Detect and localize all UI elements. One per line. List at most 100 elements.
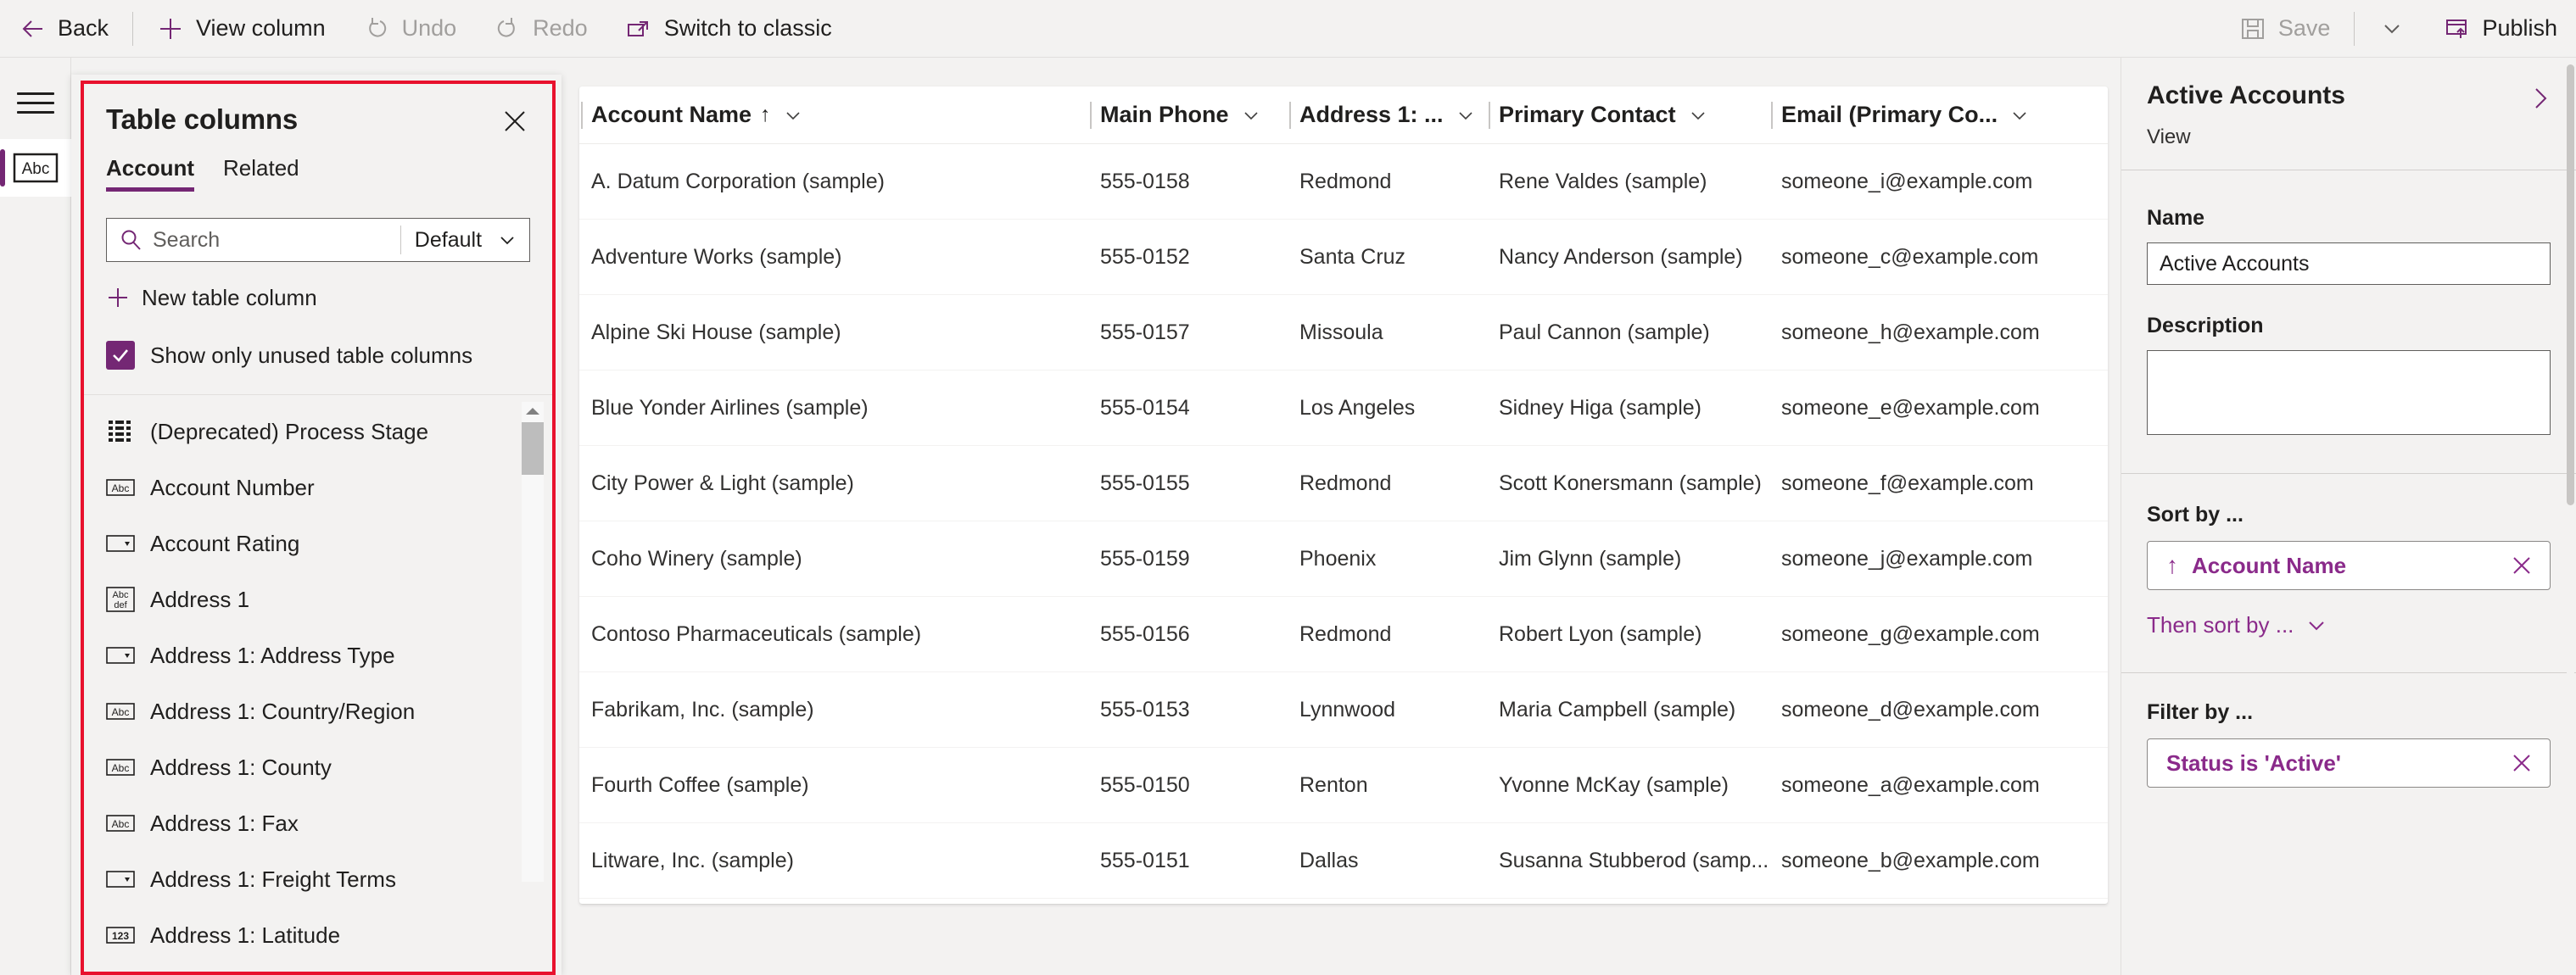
arrow-left-icon	[19, 15, 46, 42]
grid-cell-email: someone_f@example.com	[1781, 471, 2034, 495]
redo-button[interactable]: Redo	[475, 0, 606, 58]
properties-scrollbar-thumb[interactable]	[2567, 64, 2574, 505]
table-column-item[interactable]: (Deprecated) Process Stage	[84, 404, 518, 460]
scrollbar-thumb[interactable]	[522, 422, 544, 475]
table-column-label: Address 1	[150, 586, 250, 612]
switch-to-classic-button[interactable]: Switch to classic	[606, 0, 851, 58]
grid-cell-email: someone_d@example.com	[1781, 697, 2040, 722]
grid-row[interactable]: Alpine Ski House (sample) 555-0157 Missoul…	[579, 295, 2108, 370]
filter-by-label: Filter by ...	[2147, 700, 2254, 724]
table-column-item[interactable]: Abc def Address 1	[84, 571, 518, 627]
grid-header-email[interactable]: Email (Primary Co...	[1769, 86, 2108, 143]
filter-by-group: Filter by ... Status is 'Active'	[2121, 673, 2576, 788]
back-label: Back	[58, 15, 109, 41]
view-column-button[interactable]: View column	[138, 0, 344, 58]
grid-header-row: Account Name ↑ Main Phone Address 1: ... Pri…	[579, 86, 2108, 144]
search-icon	[119, 228, 142, 252]
chevron-down-icon[interactable]	[1688, 105, 1708, 125]
remove-filter-icon[interactable]	[2509, 750, 2534, 776]
grid-row[interactable]: A. Datum Corporation (sample) 555-0158 Red…	[579, 144, 2108, 220]
close-icon[interactable]	[500, 106, 530, 136]
then-sort-by-button[interactable]: Then sort by ...	[2147, 612, 2327, 638]
grid-cell-contact: Jim Glynn (sample)	[1499, 546, 1682, 571]
table-column-item[interactable]: Address 1: Freight Terms	[84, 851, 518, 907]
hamburger-bar	[16, 92, 54, 95]
table-columns-list: (Deprecated) Process Stage Abc Account Num…	[84, 395, 518, 948]
table-column-item[interactable]: Abc Address 1: Country/Region	[84, 683, 518, 739]
table-column-item[interactable]: Abc Address 1: Fax	[84, 795, 518, 851]
table-column-item[interactable]: 123 Address 1: Latitude	[84, 907, 518, 963]
grid-header-contact[interactable]: Primary Contact	[1487, 86, 1769, 143]
grid-cell-addr: Dallas	[1299, 848, 1359, 872]
view-column-label: View column	[196, 15, 326, 41]
name-field-group: Name	[2121, 170, 2576, 285]
tab-account[interactable]: Account	[106, 155, 194, 192]
description-textarea[interactable]	[2147, 350, 2551, 435]
sort-chip-account-name[interactable]: ↑ Account Name	[2147, 541, 2551, 590]
svg-text:Abc: Abc	[113, 590, 129, 600]
column-filter-dropdown[interactable]: Default	[401, 219, 529, 261]
grid-cell-email: someone_b@example.com	[1781, 848, 2040, 872]
search-input[interactable]	[153, 227, 388, 253]
tab-related[interactable]: Related	[223, 155, 299, 192]
grid-row[interactable]: Blue Yonder Airlines (sample) 555-0154 Los…	[579, 370, 2108, 446]
grid-row[interactable]: City Power & Light (sample) 555-0155 Redmo…	[579, 446, 2108, 521]
svg-text:Abc: Abc	[112, 818, 130, 830]
plus-icon	[157, 15, 184, 42]
table-column-item[interactable]: Abc Address 1: County	[84, 739, 518, 795]
show-only-unused-checkbox-row[interactable]: Show only unused table columns	[106, 337, 530, 374]
column-filter-value: Default	[414, 227, 483, 252]
name-input[interactable]	[2147, 242, 2551, 285]
new-table-column-button[interactable]: New table column	[106, 279, 530, 316]
power-apps-view-designer: Back View column Undo Redo Switch to cla…	[0, 0, 2576, 975]
filter-chip-status-active[interactable]: Status is 'Active'	[2147, 738, 2551, 788]
chevron-down-icon[interactable]	[2009, 105, 2030, 125]
grid-header-name[interactable]: Account Name ↑	[579, 86, 1088, 143]
hamburger-menu-icon[interactable]	[16, 87, 54, 118]
text-abc-icon: Abc	[106, 755, 135, 780]
table-column-item[interactable]: Address 1: Address Type	[84, 627, 518, 683]
grid-row[interactable]: Fabrikam, Inc. (sample) 555-0153 Lynnwood M…	[579, 672, 2108, 748]
undo-button[interactable]: Undo	[344, 0, 476, 58]
chevron-down-icon[interactable]	[1456, 105, 1476, 125]
save-button[interactable]: Save	[2221, 0, 2350, 58]
hamburger-bar	[16, 110, 54, 114]
svg-text:Abc: Abc	[112, 762, 130, 774]
name-label: Name	[2147, 206, 2205, 230]
columns-scrollbar[interactable]	[522, 402, 544, 882]
save-options-button[interactable]	[2360, 0, 2424, 58]
grid-cell-addr: Missoula	[1299, 320, 1383, 344]
sort-by-label: Sort by ...	[2147, 503, 2244, 526]
remove-sort-icon[interactable]	[2509, 553, 2534, 578]
publish-icon	[2443, 15, 2470, 42]
command-separator	[132, 11, 134, 46]
hamburger-bar	[16, 101, 54, 104]
grid-row[interactable]: Coho Winery (sample) 555-0159 Phoenix Jim G…	[579, 521, 2108, 597]
chevron-down-icon[interactable]	[1241, 105, 1261, 125]
table-column-item[interactable]: Abc Account Number	[84, 460, 518, 515]
checkbox-checked-icon[interactable]	[106, 341, 135, 370]
grid-header-label: Account Name	[591, 102, 752, 127]
back-button[interactable]: Back	[0, 0, 127, 58]
grid-row[interactable]: Fourth Coffee (sample) 555-0150 Renton Yvon…	[579, 748, 2108, 823]
table-column-label: Address 1: Address Type	[150, 642, 395, 668]
scroll-up-arrow-icon[interactable]	[522, 402, 544, 421]
grid-cell-email: someone_j@example.com	[1781, 546, 2033, 571]
grid-cell-phone: 555-0159	[1100, 546, 1190, 571]
grid-row[interactable]: Adventure Works (sample) 555-0152 Santa Cr…	[579, 220, 2108, 295]
publish-button[interactable]: Publish	[2424, 0, 2576, 58]
redo-icon	[494, 15, 521, 42]
grid-row[interactable]: Contoso Pharmaceuticals (sample) 555-0156…	[579, 597, 2108, 672]
grid-cell-phone: 555-0155	[1100, 471, 1190, 495]
grid-header-phone[interactable]: Main Phone	[1088, 86, 1288, 143]
save-disk-icon	[2239, 15, 2266, 42]
grid-row[interactable]: Litware, Inc. (sample) 555-0151 Dallas Susa…	[579, 823, 2108, 899]
rail-item-columns[interactable]: Abc	[0, 139, 71, 197]
table-column-item[interactable]: Account Rating	[84, 515, 518, 571]
chevron-right-icon[interactable]	[2525, 83, 2556, 114]
grid-header-addr[interactable]: Address 1: ...	[1288, 86, 1487, 143]
chevron-down-icon	[2305, 615, 2327, 637]
properties-scrollbar[interactable]	[2567, 64, 2574, 963]
description-field-group: Description	[2121, 285, 2576, 439]
chevron-down-icon[interactable]	[783, 105, 803, 125]
